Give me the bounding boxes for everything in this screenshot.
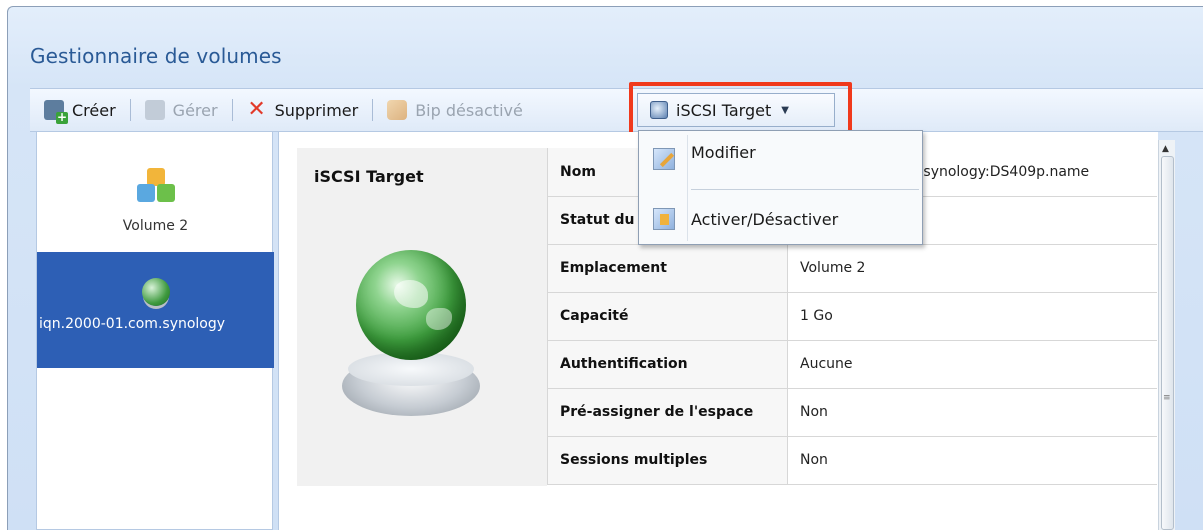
iscsi-target-dropdown-menu: Modifier Activer/Désactiver (638, 130, 923, 245)
property-value: 1 Go (787, 292, 1157, 341)
table-row: Sessions multiples Non (547, 436, 1157, 485)
create-label: Créer (72, 100, 116, 120)
beep-off-button[interactable]: Bip désactivé (383, 95, 527, 125)
manage-icon (144, 100, 165, 120)
property-key: Authentification (547, 340, 788, 389)
property-key: Sessions multiples (547, 436, 788, 485)
property-value: Non (787, 388, 1157, 437)
edit-icon (653, 148, 675, 170)
create-button[interactable]: Créer (40, 95, 120, 125)
cubes-icon (136, 168, 175, 206)
window-title: Gestionnaire de volumes (30, 44, 282, 68)
menu-item-modify[interactable]: Modifier (639, 135, 924, 183)
beep-icon (387, 100, 408, 120)
property-value: Volume 2 (787, 244, 1157, 293)
table-row: Authentification Aucune (547, 340, 1157, 389)
scroll-up-arrow-icon[interactable]: ▲ (1162, 144, 1169, 154)
menu-separator (691, 189, 919, 190)
table-row: Capacité 1 Go (547, 292, 1157, 341)
toolbar: Créer Gérer ✕ Supprimer Bip désactivé (30, 88, 1203, 132)
table-row: Emplacement Volume 2 (547, 244, 1157, 293)
property-key: Emplacement (547, 244, 788, 293)
delete-label: Supprimer (274, 100, 359, 120)
table-row: Pré-assigner de l'espace Non (547, 388, 1157, 437)
manage-button[interactable]: Gérer (141, 95, 222, 125)
globe-icon (141, 278, 170, 306)
property-key: Capacité (547, 292, 788, 341)
toolbar-separator (372, 99, 374, 121)
globe-icon (336, 250, 486, 425)
property-key: Pré-assigner de l'espace (547, 388, 788, 437)
beep-label: Bip désactivé (415, 100, 523, 120)
property-value: Aucune (787, 340, 1157, 389)
create-volume-icon (44, 100, 68, 124)
manage-label: Gérer (172, 100, 218, 120)
volume-list-item-selected[interactable]: iqn.2000-01.com.synology (37, 252, 274, 368)
target-label: iqn.2000-01.com.synology (39, 316, 226, 332)
property-value: Non (787, 436, 1157, 485)
grip-icon: ≡ (1163, 393, 1171, 403)
scroll-thumb[interactable]: ≡ (1161, 156, 1174, 530)
toggle-icon (653, 208, 675, 230)
menu-item-toggle[interactable]: Activer/Désactiver (639, 195, 924, 243)
menu-item-label: Modifier (691, 142, 756, 162)
volume-label: Volume 2 (122, 218, 189, 234)
detail-title: iSCSI Target (314, 167, 424, 186)
menu-item-label: Activer/Désactiver (691, 209, 839, 229)
highlight-box (629, 82, 852, 137)
toolbar-separator (129, 99, 131, 121)
volume-list: Volume 2 iqn.2000-01.com.synology (36, 132, 274, 530)
toolbar-separator (231, 99, 233, 121)
vertical-scrollbar[interactable]: ▲ ≡ (1158, 140, 1175, 530)
delete-icon: ✕ (247, 97, 266, 122)
delete-button[interactable]: ✕ Supprimer (243, 95, 363, 125)
volume-list-item[interactable]: Volume 2 (37, 168, 274, 248)
